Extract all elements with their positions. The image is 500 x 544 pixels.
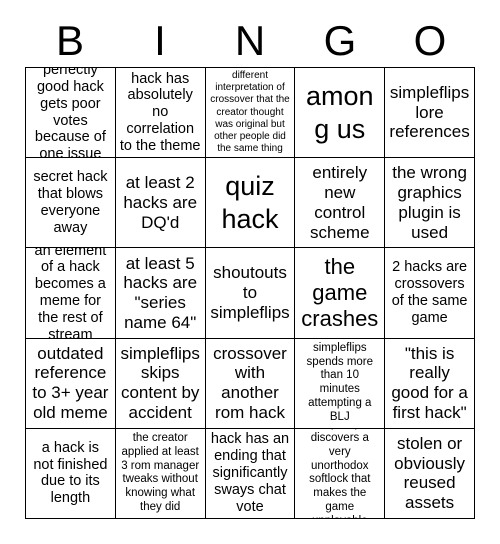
bingo-cell[interactable]: secret hack that blows everyone away — [26, 158, 116, 249]
header-letter-n: N — [234, 16, 266, 64]
bingo-cell-label: perfectly good hack gets poor votes beca… — [34, 68, 106, 159]
header-letter-b: B — [55, 16, 84, 64]
bingo-cell-label: outdated reference to 3+ year old meme — [32, 343, 109, 422]
bingo-cell-label: hack has absolutely no correlation to th… — [119, 70, 201, 154]
bingo-cell[interactable]: simpleflips skips content by accident — [115, 338, 206, 429]
bingo-cell[interactable]: entirely new control scheme — [295, 158, 386, 249]
bingo-cell-label: shoutouts to simpleflips — [210, 263, 290, 322]
bingo-cell[interactable]: simpleflips spends more than 10 minutes … — [295, 338, 386, 429]
bingo-cell[interactable]: at least 5 hacks are "series name 64" — [115, 248, 206, 339]
bingo-cell-label: stolen or obviously reused assets — [394, 433, 466, 513]
bingo-cell-label: simpleflips skips content by accident — [120, 343, 200, 422]
bingo-cell[interactable]: a hack is not finished due to its length — [26, 428, 116, 519]
bingo-cell-label: at least 2 hacks are DQ'd — [123, 173, 198, 232]
bingo-cell[interactable]: perfectly good hack gets poor votes beca… — [26, 68, 116, 159]
bingo-cell[interactable]: 2 hacks are crossovers of the same game — [385, 248, 475, 339]
bingo-cell[interactable]: the game crashes — [295, 248, 386, 339]
bingo-cell[interactable]: stolen or obviously reused assets — [385, 428, 475, 519]
bingo-cell-label: the game crashes — [301, 254, 379, 331]
bingo-cell[interactable]: at least 2 hacks are DQ'd — [115, 158, 206, 249]
bingo-cell[interactable]: the wrong graphics plugin is used — [385, 158, 475, 249]
bingo-cell-label: hack has an ending that significantly sw… — [210, 431, 290, 515]
bingo-cell[interactable]: shoutouts to simpleflips — [205, 248, 296, 339]
bingo-cell-label: at least 5 hacks are "series name 64" — [123, 253, 198, 332]
bingo-cell[interactable]: different interpretation of crossover th… — [205, 68, 296, 159]
bingo-header: B I N G O — [25, 14, 475, 67]
bingo-cell-label: the creator applied at least 3 rom manag… — [121, 432, 200, 513]
bingo-cell-label: the wrong graphics plugin is used — [392, 163, 467, 242]
bingo-cell[interactable]: an element of a hack becomes a meme for … — [26, 248, 116, 339]
bingo-cell-label: "this is really good for a first hack" — [391, 343, 468, 422]
bingo-cell[interactable]: the creator applied at least 3 rom manag… — [115, 428, 206, 519]
bingo-cell[interactable]: quiz hack — [205, 158, 296, 249]
bingo-cell[interactable]: "this is really good for a first hack" — [385, 338, 475, 429]
bingo-cell[interactable]: hack has an ending that significantly sw… — [205, 428, 296, 519]
header-letter-o: O — [413, 16, 447, 64]
header-letter-i: I — [154, 16, 166, 64]
header-letter-g: G — [323, 16, 357, 64]
bingo-cell-label: simpleflips discovers a very unorthodox … — [309, 429, 371, 518]
bingo-cell[interactable]: crossover with another rom hack — [205, 338, 296, 429]
bingo-cell-label: 2 hacks are crossovers of the same game — [391, 259, 468, 326]
bingo-cell-label: secret hack that blows everyone away — [33, 169, 108, 236]
bingo-cell-label: among us — [306, 81, 374, 144]
bingo-cell-label: a hack is not finished due to its length — [33, 439, 108, 507]
bingo-grid: perfectly good hack gets poor votes beca… — [25, 67, 475, 519]
bingo-cell-label: different interpretation of crossover th… — [210, 69, 290, 155]
bingo-cell-label: an element of a hack becomes a meme for … — [34, 248, 107, 339]
bingo-cell[interactable]: outdated reference to 3+ year old meme — [26, 338, 116, 429]
bingo-cell[interactable]: simpleflips lore references — [385, 68, 475, 159]
bingo-cell[interactable]: hack has absolutely no correlation to th… — [115, 68, 206, 159]
bingo-cell[interactable]: simpleflips discovers a very unorthodox … — [295, 428, 386, 519]
bingo-cell-label: simpleflips lore references — [389, 83, 470, 142]
bingo-cell-label: quiz hack — [221, 171, 279, 234]
bingo-cell[interactable]: among us — [295, 68, 386, 159]
bingo-cell-label: simpleflips spends more than 10 minutes … — [306, 341, 374, 423]
bingo-cell-label: crossover with another rom hack — [213, 343, 287, 422]
bingo-cell-label: entirely new control scheme — [310, 163, 370, 242]
bingo-card: B I N G O perfectly good hack gets poor … — [0, 0, 500, 544]
